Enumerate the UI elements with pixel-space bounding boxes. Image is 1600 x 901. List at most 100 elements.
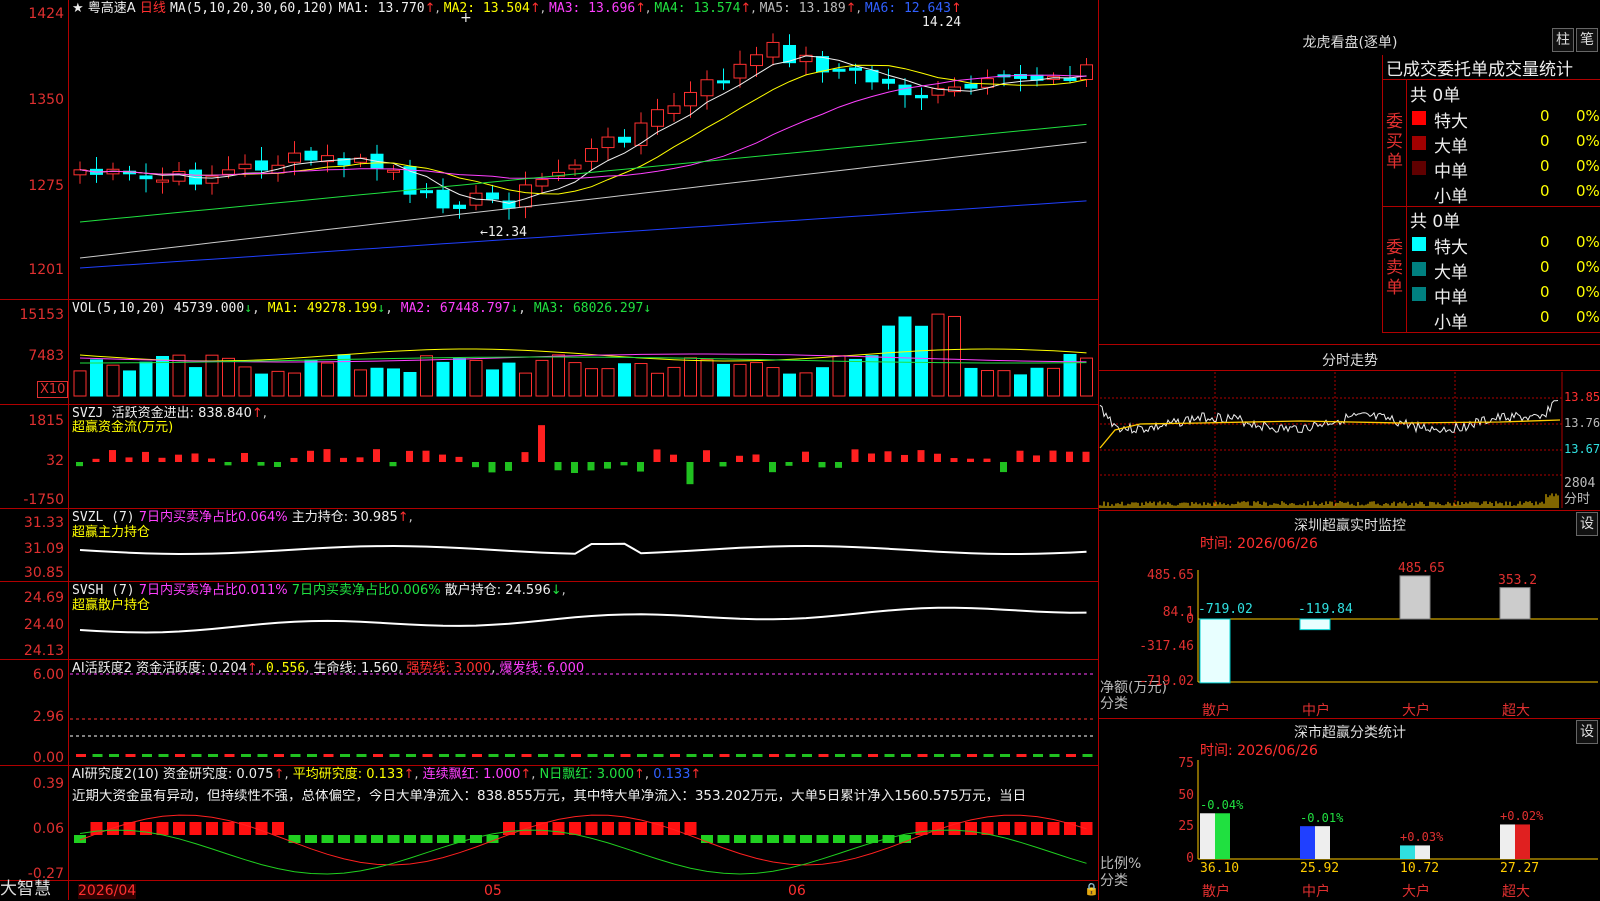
activity-bar <box>587 754 598 757</box>
divider <box>0 404 1098 405</box>
volume-bar <box>238 366 252 397</box>
activity-bar <box>1066 754 1076 757</box>
buy-total: 共 0单 <box>1410 86 1461 106</box>
activity-bar <box>538 754 548 757</box>
research-bar <box>354 835 367 843</box>
svzl-line <box>79 542 1087 556</box>
volume-bar <box>1030 367 1044 397</box>
buy-order-label: 委买单 <box>1386 112 1403 172</box>
candle-body <box>634 122 648 146</box>
money-flow-bar <box>422 450 430 462</box>
ai2-red-n: N日飘红: 3.000 <box>539 767 635 782</box>
divider <box>1098 344 1600 345</box>
activity-bar <box>389 754 400 757</box>
research-bar <box>552 822 565 835</box>
research-bar <box>305 835 317 843</box>
research-bar <box>272 822 284 835</box>
research-bar <box>1031 822 1043 835</box>
lock-icon[interactable]: 🔒 <box>1084 882 1099 897</box>
activity-bar <box>851 754 862 757</box>
activity-bar <box>983 754 994 757</box>
volume-bar <box>90 359 103 397</box>
activity-bar <box>455 754 466 757</box>
volume-bar <box>1063 353 1077 397</box>
activity-bar <box>125 754 136 757</box>
candle-body <box>288 152 301 163</box>
cursor-cross-icon: + <box>460 10 472 26</box>
ai1-tick: 2.96 <box>32 709 64 725</box>
ma6-line <box>79 200 1087 269</box>
activity-bar <box>950 754 961 757</box>
money-flow-bar <box>142 451 149 462</box>
money-flow-bar <box>604 462 611 469</box>
star-icon[interactable]: ★ <box>72 1 84 16</box>
money-flow-bar <box>158 457 166 462</box>
candle-body <box>816 56 829 73</box>
money-flow-bar <box>818 462 826 468</box>
tick-mode-button[interactable]: 笔 <box>1576 28 1598 52</box>
ai1-burst: 爆发线: 6.000 <box>499 661 585 676</box>
volume-bar <box>123 370 136 397</box>
classify-category: 大户 <box>1402 884 1430 900</box>
candle-body <box>684 91 697 107</box>
volume-bar <box>535 359 549 397</box>
activity-bar <box>884 754 895 757</box>
divider <box>0 765 1098 766</box>
classify-value-label: 25.92 <box>1300 861 1340 876</box>
buy-row-percent: 0% <box>1576 182 1600 200</box>
vol-unit-badge: X10 <box>37 381 69 398</box>
activity-bar <box>719 754 730 757</box>
volume-bar <box>222 357 235 397</box>
classify-value-label: 10.72 <box>1400 861 1440 876</box>
buy-row-count: 0 <box>1540 107 1550 125</box>
activity-bar <box>307 754 317 757</box>
svzl-header: SVZL (7) 7日内买卖净占比0.064% 主力持仓: 30.985↑, <box>72 510 413 525</box>
research-bar <box>90 822 103 835</box>
money-flow-bar <box>208 458 215 462</box>
money-flow-bar <box>686 462 694 485</box>
volume-bar <box>667 366 681 397</box>
research-bar <box>635 822 647 835</box>
research-bar <box>371 835 383 843</box>
activity-bar <box>686 754 697 757</box>
buy-row-count: 0 <box>1540 132 1550 150</box>
buy-color-swatch <box>1412 161 1426 175</box>
sell-row-percent: 0% <box>1576 233 1600 251</box>
volume-bar <box>618 363 631 397</box>
volume-bar <box>469 359 483 397</box>
volume-bar <box>766 367 780 397</box>
money-flow-bar <box>901 454 908 462</box>
research-bar <box>750 835 763 843</box>
money-flow-bar <box>488 462 496 473</box>
activity-bar <box>158 754 169 757</box>
money-flow-bar <box>554 462 562 471</box>
price-tick: 1424 <box>28 6 64 22</box>
activity-bar <box>422 754 433 757</box>
money-flow-bar <box>917 450 925 462</box>
money-flow-bar <box>1049 450 1057 462</box>
sell-row-percent: 0% <box>1576 308 1600 326</box>
candle-body <box>156 179 169 183</box>
svsh-subtitle: 超赢散户持仓 <box>72 598 151 613</box>
research-bar <box>321 835 334 843</box>
period-label[interactable]: 日线 <box>140 1 166 16</box>
monitor-xlabel: 分类 <box>1100 696 1128 712</box>
svzl-hold: 主力持仓: 30.985 <box>291 510 398 525</box>
monitor-settings-button[interactable]: 设 <box>1576 512 1598 536</box>
candle-body <box>535 179 549 187</box>
bar-mode-button[interactable]: 柱 <box>1552 28 1574 52</box>
money-flow-bar <box>884 451 892 462</box>
activity-bar <box>752 754 763 757</box>
money-flow-bar <box>538 425 545 462</box>
activity-bar <box>92 754 103 757</box>
stock-name: 粤高速A <box>87 1 136 16</box>
research-bar <box>833 835 845 843</box>
activity-bar <box>406 754 416 757</box>
research-bar <box>618 822 631 835</box>
money-flow-bar <box>389 462 397 467</box>
price-tick: 1275 <box>28 178 64 194</box>
classify-settings-button[interactable]: 设 <box>1576 720 1598 744</box>
money-flow-bar <box>950 458 958 462</box>
research-bar <box>965 822 977 835</box>
activity-bar <box>356 754 367 757</box>
